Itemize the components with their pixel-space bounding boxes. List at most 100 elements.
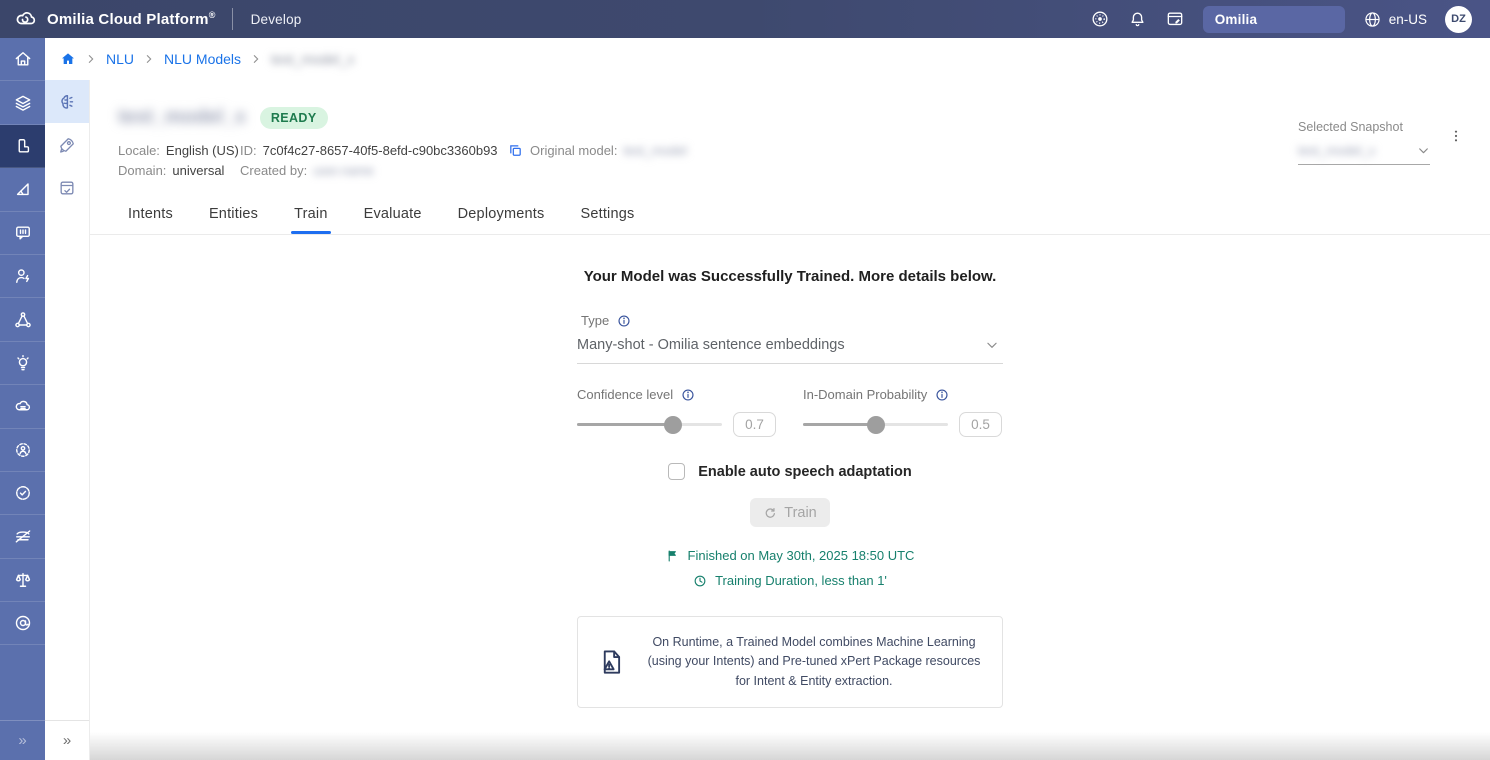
confidence-slider[interactable] [577, 423, 722, 426]
sun-status-icon[interactable] [1090, 9, 1110, 29]
flag-icon [666, 549, 680, 563]
topbar-section-develop[interactable]: Develop [251, 12, 302, 27]
type-select[interactable]: Many-shot - Omilia sentence embeddings [577, 337, 1003, 364]
omilia-cloud-platform-app: Omilia Cloud Platform® Develop [0, 0, 1490, 760]
type-select-value: Many-shot - Omilia sentence embeddings [577, 337, 845, 353]
primary-sidebar: » [0, 38, 45, 760]
confidence-slider-thumb[interactable] [664, 416, 682, 434]
badge-check-icon [13, 483, 33, 503]
status-badge: READY [260, 107, 328, 129]
sidebar-item-quality[interactable] [0, 472, 45, 515]
sidebar2-item-deploy[interactable] [45, 123, 89, 166]
notebook-edit-icon [57, 178, 77, 198]
indomain-value-box[interactable]: 0.5 [959, 412, 1002, 437]
confidence-slider-group: Confidence level 0.7 [577, 387, 777, 437]
nodes-triangle-icon [13, 310, 33, 330]
created-by-field: Created by:user.name [240, 161, 530, 180]
breadcrumb: NLU NLU Models test_model_x [45, 38, 1490, 80]
model-header: test_model_x READY Locale:English (US) I… [90, 80, 1490, 180]
snapshot-dropdown[interactable]: test_model_x [1298, 143, 1430, 165]
sidebar2-item-nlu-models[interactable] [45, 80, 89, 123]
cloud-services-icon [13, 396, 33, 416]
document-warning-icon [596, 647, 626, 677]
language-code: en-US [1389, 12, 1427, 27]
retrain-refresh-icon [763, 506, 777, 520]
runtime-info-text: On Runtime, a Trained Model combines Mac… [644, 633, 984, 691]
lightbulb-icon [13, 353, 33, 373]
gear-user-icon [13, 440, 33, 460]
info-icon[interactable] [617, 314, 631, 328]
indomain-slider[interactable] [803, 423, 948, 426]
nlu-app-icon [13, 136, 33, 156]
user-avatar[interactable]: DZ [1445, 6, 1472, 33]
topbar-actions: Omilia en-US DZ [1090, 6, 1490, 33]
confidence-value-box[interactable]: 0.7 [733, 412, 776, 437]
home-icon [13, 49, 33, 69]
copy-icon[interactable] [508, 143, 523, 158]
registered-mark: ® [209, 10, 216, 20]
training-duration-status: Training Duration, less than 1' [577, 573, 1003, 588]
training-success-message: Your Model was Successfully Trained. Mor… [530, 268, 1050, 285]
sidebar-item-orchestrator[interactable] [0, 298, 45, 341]
topbar-divider [232, 8, 233, 30]
sidebar-item-cloud-services[interactable] [0, 385, 45, 428]
info-icon[interactable] [935, 388, 949, 402]
tenant-name: Omilia [1215, 12, 1257, 27]
sidebar-item-miniapps[interactable] [0, 168, 45, 211]
language-selector[interactable]: en-US [1363, 10, 1427, 29]
notifications-bell-icon[interactable] [1128, 10, 1147, 29]
domain-field: Domain:universal [118, 161, 240, 180]
sidebar-item-user-management[interactable] [0, 429, 45, 472]
type-label: Type [581, 313, 609, 328]
sidebar-item-layers[interactable] [0, 81, 45, 124]
tab-evaluate[interactable]: Evaluate [361, 206, 425, 234]
sidebar-item-home[interactable] [0, 38, 45, 81]
tab-entities[interactable]: Entities [206, 206, 261, 234]
snapshot-label: Selected Snapshot [1298, 120, 1430, 134]
speech-adaptation-row: Enable auto speech adaptation [577, 463, 1003, 480]
threshold-sliders: Confidence level 0.7 [577, 387, 1003, 437]
sidebar-item-insights[interactable] [0, 342, 45, 385]
tab-deployments[interactable]: Deployments [455, 206, 548, 234]
sidebar-item-dialogs[interactable] [0, 212, 45, 255]
release-notes-icon[interactable] [1165, 9, 1185, 29]
tab-settings[interactable]: Settings [577, 206, 637, 234]
secondary-rail-collapse-button[interactable]: » [45, 720, 89, 760]
hub-lines-icon [13, 526, 33, 546]
at-circle-icon [13, 613, 33, 633]
runtime-info-box: On Runtime, a Trained Model combines Mac… [577, 616, 1003, 708]
tab-train[interactable]: Train [291, 206, 331, 234]
sidebar-item-compliance[interactable] [0, 559, 45, 602]
sidebar2-item-evaluation[interactable] [45, 166, 89, 209]
breadcrumb-link-nlu-models[interactable]: NLU Models [164, 51, 241, 67]
sidebar-item-integrations[interactable] [0, 515, 45, 558]
speech-adaptation-checkbox[interactable] [668, 463, 685, 480]
tenant-selector[interactable]: Omilia [1203, 6, 1345, 33]
tab-intents[interactable]: Intents [125, 206, 176, 234]
scales-icon [13, 570, 33, 590]
kebab-menu-icon[interactable] [1448, 128, 1464, 144]
train-button[interactable]: Train [750, 498, 830, 527]
training-finished-status: Finished on May 30th, 2025 18:50 UTC [577, 548, 1003, 563]
chevron-down-icon [985, 338, 999, 352]
sidebar-item-agents[interactable] [0, 255, 45, 298]
indomain-slider-group: In-Domain Probability 0.5 [803, 387, 1003, 437]
top-bar: Omilia Cloud Platform® Develop [0, 0, 1490, 38]
secondary-sidebar: » [45, 80, 90, 760]
sidebar-item-nlu[interactable] [0, 125, 45, 168]
breadcrumb-home-icon[interactable] [60, 51, 76, 67]
indomain-slider-thumb[interactable] [867, 416, 885, 434]
layers-icon [13, 93, 33, 113]
primary-rail-collapse-button[interactable]: » [0, 720, 45, 760]
original-model-field: Original model:test_model [530, 141, 878, 160]
indomain-label: In-Domain Probability [803, 387, 927, 402]
set-square-icon [13, 179, 33, 199]
confidence-label: Confidence level [577, 387, 673, 402]
train-panel: Your Model was Successfully Trained. Mor… [577, 268, 1003, 708]
breadcrumb-link-nlu[interactable]: NLU [106, 51, 134, 67]
sidebar-item-support[interactable] [0, 602, 45, 645]
info-icon[interactable] [681, 388, 695, 402]
snapshot-value: test_model_x [1298, 143, 1375, 158]
clock-icon [693, 574, 707, 588]
content-bottom-shadow [90, 732, 1490, 760]
